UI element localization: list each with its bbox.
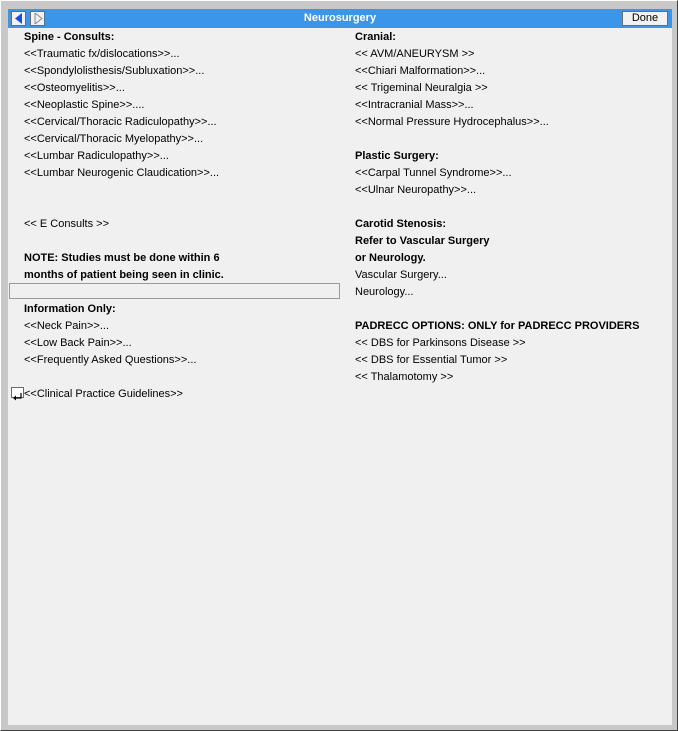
link-lumbar-claudication[interactable]: <<Lumbar Neurogenic Claudication>>... xyxy=(24,167,219,180)
link-dbs-parkinsons[interactable]: << DBS for Parkinsons Disease >> xyxy=(355,337,526,350)
title-bar: Neurosurgery Done xyxy=(8,9,672,28)
link-nph[interactable]: <<Normal Pressure Hydrocephalus>>... xyxy=(355,116,549,129)
link-ulnar-neuropathy[interactable]: <<Ulnar Neuropathy>>... xyxy=(355,184,476,197)
link-chiari-malformation[interactable]: <<Chiari Malformation>>... xyxy=(355,65,485,78)
carotid-header-1: Carotid Stenosis: xyxy=(355,218,447,230)
link-osteomyelitis[interactable]: <<Osteomyelitis>>... xyxy=(24,82,125,95)
link-thalamotomy[interactable]: << Thalamotomy >> xyxy=(355,371,453,384)
link-avm-aneurysm[interactable]: << AVM/ANEURYSM >> xyxy=(355,48,474,61)
link-cervical-radiculopathy[interactable]: <<Cervical/Thoracic Radiculopathy>>... xyxy=(24,116,217,129)
link-traumatic-fx[interactable]: <<Traumatic fx/dislocations>>... xyxy=(24,48,180,61)
padrecc-header: PADRECC OPTIONS: ONLY for PADRECC PROVID… xyxy=(355,320,640,332)
link-spondylolisthesis[interactable]: <<Spondylolisthesis/Subluxation>>... xyxy=(24,65,204,78)
link-faq[interactable]: <<Frequently Asked Questions>>... xyxy=(24,354,196,367)
note-line-1: NOTE: Studies must be done within 6 xyxy=(24,252,220,264)
carotid-header-2: Refer to Vascular Surgery xyxy=(355,235,490,247)
link-e-consults[interactable]: << E Consults >> xyxy=(24,218,109,231)
link-low-back-pain[interactable]: <<Low Back Pain>>... xyxy=(24,337,132,350)
link-clinical-practice-guidelines[interactable]: <<Clinical Practice Guidelines>> xyxy=(24,388,183,401)
link-neurology[interactable]: Neurology... xyxy=(355,286,414,299)
link-cervical-myelopathy[interactable]: <<Cervical/Thoracic Myelopathy>>... xyxy=(24,133,203,146)
link-lumbar-radiculopathy[interactable]: <<Lumbar Radiculopathy>>... xyxy=(24,150,169,163)
note-line-2: months of patient being seen in clinic. xyxy=(24,269,224,281)
cranial-header: Cranial: xyxy=(355,31,396,43)
link-neoplastic-spine[interactable]: <<Neoplastic Spine>>.... xyxy=(24,99,144,112)
window-title: Neurosurgery xyxy=(303,12,377,24)
link-trigeminal-neuralgia[interactable]: << Trigeminal Neuralgia >> xyxy=(355,82,488,95)
content-area: Spine - Consults: <<Traumatic fx/disloca… xyxy=(8,28,672,725)
link-vascular-surgery[interactable]: Vascular Surgery... xyxy=(355,269,447,282)
done-button[interactable]: Done xyxy=(622,11,668,26)
link-dbs-essential-tumor[interactable]: << DBS for Essential Tumor >> xyxy=(355,354,507,367)
dialog-window: Neurosurgery Done Spine - Consults: <<Tr… xyxy=(0,0,678,731)
link-intracranial-mass[interactable]: <<Intracranial Mass>>... xyxy=(355,99,474,112)
spine-consults-header: Spine - Consults: xyxy=(24,31,115,43)
carotid-header-3: or Neurology. xyxy=(355,252,426,264)
plastic-surgery-header: Plastic Surgery: xyxy=(355,150,439,162)
link-carpal-tunnel[interactable]: <<Carpal Tunnel Syndrome>>... xyxy=(355,167,512,180)
link-neck-pain[interactable]: <<Neck Pain>>... xyxy=(24,320,109,333)
enter-icon xyxy=(11,387,24,401)
divider-field xyxy=(9,283,340,299)
information-only-header: Information Only: xyxy=(24,303,116,315)
